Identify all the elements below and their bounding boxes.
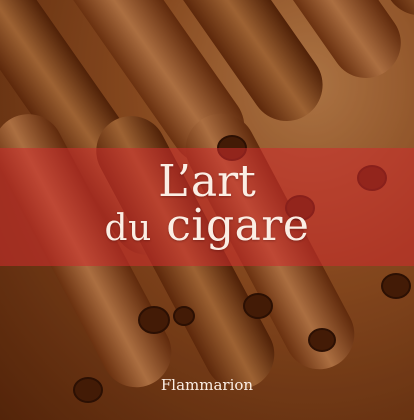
publisher-name: Flammarion: [160, 376, 254, 394]
book-cover: L’art du cigare Flammarion: [0, 0, 414, 420]
title-word-cigare: cigare: [166, 200, 310, 251]
title-word-du: du: [104, 208, 152, 249]
title-line2: du cigare: [0, 200, 414, 251]
